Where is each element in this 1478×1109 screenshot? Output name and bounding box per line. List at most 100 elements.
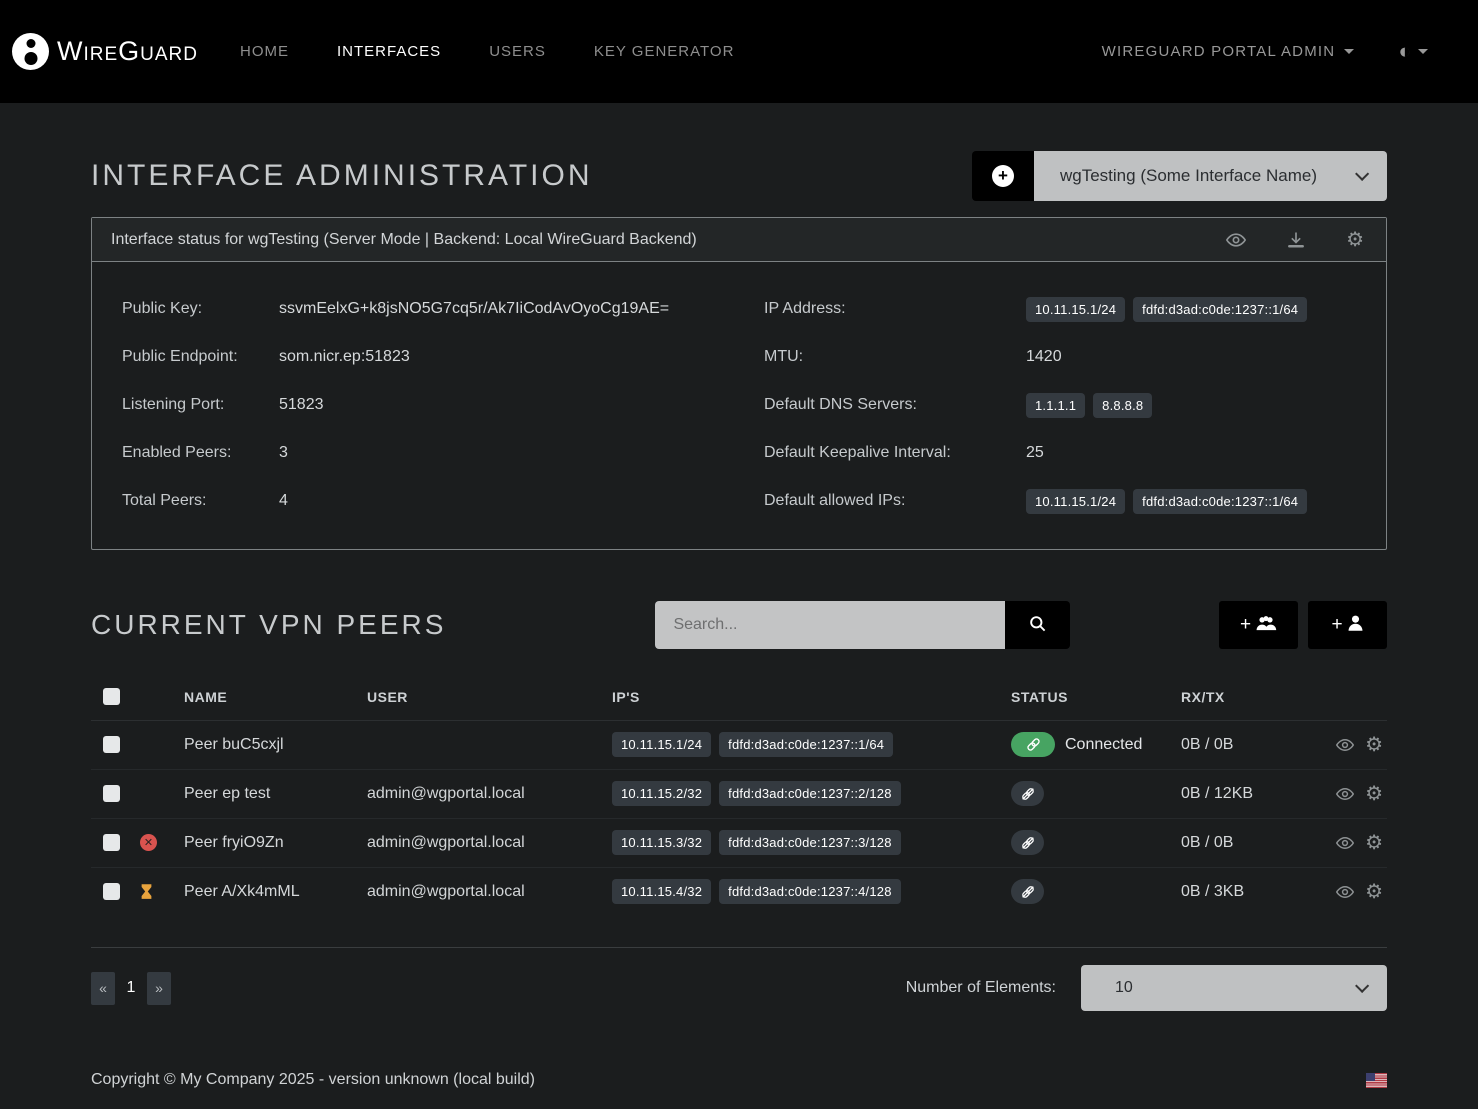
peer-user: admin@wgportal.local (367, 883, 525, 900)
row-checkbox[interactable] (103, 736, 120, 753)
nav-right: WIREGUARD PORTAL ADMIN ◐ (1102, 41, 1428, 62)
add-multiple-peers-button[interactable]: + (1219, 601, 1298, 649)
eye-icon (1336, 883, 1354, 901)
search-group (655, 601, 1070, 649)
row-actions: ⚙ (1316, 784, 1387, 804)
add-interface-button[interactable]: + (972, 151, 1034, 201)
user-menu[interactable]: WIREGUARD PORTAL ADMIN (1102, 43, 1355, 60)
search-input[interactable] (655, 601, 1005, 649)
elements-select-value: 10 (1115, 979, 1133, 997)
peer-details-button[interactable] (1336, 883, 1354, 901)
list-footer: « 1 » Number of Elements: 10 (91, 965, 1387, 1011)
status-left-column: Public Key:ssvmEelxG+k8jsNO5G7cq5r/Ak7Ii… (122, 285, 764, 525)
chevron-down-icon (1355, 979, 1369, 993)
cell-ips: 10.11.15.3/32fdfd:d3ad:c0de:1237::3/128 (612, 818, 1011, 867)
cell-actions: ⚙ (1316, 769, 1387, 818)
cell-checkbox (91, 720, 140, 769)
status-label-text: Total Peers: (122, 492, 279, 510)
status-row: MTU:1420 (764, 333, 1356, 381)
peer-details-button[interactable] (1336, 736, 1354, 754)
peer-rxtx: 0B / 0B (1181, 736, 1233, 753)
pagination-prev-button[interactable]: « (91, 972, 115, 1005)
peer-name: Peer A/Xk4mML (184, 883, 300, 900)
cell-user (367, 720, 612, 769)
row-actions: ⚙ (1316, 735, 1387, 755)
status-value: 3 (279, 444, 764, 462)
peer-settings-button[interactable]: ⚙ (1365, 882, 1383, 902)
theme-toggle[interactable]: ◐ (1398, 41, 1428, 62)
nav-item-users[interactable]: USERS (489, 43, 546, 60)
eye-icon (1336, 785, 1354, 803)
download-config-button[interactable] (1286, 230, 1306, 250)
peer-disabled-icon: ✕ (140, 834, 157, 851)
status-label-text: Default Keepalive Interval: (764, 444, 1026, 462)
chevron-down-icon (1355, 167, 1369, 181)
cell-status (1011, 867, 1181, 916)
cell-checkbox (91, 867, 140, 916)
ip-badge: 10.11.15.4/32 (612, 879, 711, 904)
peer-user: admin@wgportal.local (367, 785, 525, 802)
pagination-next-button[interactable]: » (147, 972, 171, 1005)
status-value: 10.11.15.1/24fdfd:d3ad:c0de:1237::1/64 (1026, 297, 1356, 322)
eye-icon (1336, 834, 1354, 852)
chevron-down-icon (1418, 49, 1428, 54)
nav-item-key-generator[interactable]: KEY GENERATOR (594, 43, 735, 60)
status-row: Default allowed IPs:10.11.15.1/24fdfd:d3… (764, 477, 1356, 525)
nav-item-home[interactable]: HOME (240, 43, 289, 60)
cell-flag (140, 867, 184, 916)
ip-badge: 10.11.15.2/32 (612, 781, 711, 806)
elements-group: Number of Elements: 10 (906, 965, 1387, 1011)
row-checkbox[interactable] (103, 785, 120, 802)
status-label-text: Enabled Peers: (122, 444, 279, 462)
interface-settings-button[interactable]: ⚙ (1346, 230, 1364, 250)
peer-settings-button[interactable]: ⚙ (1365, 735, 1383, 755)
main-content: INTERFACE ADMINISTRATION + wgTesting (So… (91, 151, 1387, 1089)
row-checkbox[interactable] (103, 834, 120, 851)
row-checkbox[interactable] (103, 883, 120, 900)
table-row: Peer A/Xk4mML admin@wgportal.local 10.11.1… (91, 867, 1387, 916)
column-header-user: USER (367, 674, 612, 720)
row-actions: ⚙ (1316, 882, 1387, 902)
view-config-button[interactable] (1226, 230, 1246, 250)
cell-status: Connected (1011, 720, 1181, 769)
status-row: Default DNS Servers:1.1.1.18.8.8.8 (764, 381, 1356, 429)
cell-rxtx: 0B / 12KB (1181, 769, 1316, 818)
ip-badge: fdfd:d3ad:c0de:1237::3/128 (719, 830, 901, 855)
nav-item-interfaces[interactable]: INTERFACES (337, 43, 441, 60)
status-value: 25 (1026, 444, 1356, 462)
pagination-current-page[interactable]: 1 (115, 979, 147, 997)
search-icon (1028, 614, 1047, 636)
interface-select[interactable]: wgTesting (Some Interface Name) (1034, 151, 1387, 201)
ip-badge: 1.1.1.1 (1026, 393, 1085, 418)
add-peer-button[interactable]: + (1308, 601, 1387, 649)
status-label-text: MTU: (764, 348, 1026, 366)
status-right-column: IP Address:10.11.15.1/24fdfd:d3ad:c0de:1… (764, 285, 1356, 525)
cell-rxtx: 0B / 0B (1181, 720, 1316, 769)
us-flag-icon[interactable] (1366, 1073, 1387, 1088)
peer-rxtx: 0B / 3KB (1181, 883, 1244, 900)
cell-status (1011, 769, 1181, 818)
ip-badge: fdfd:d3ad:c0de:1237::1/64 (1133, 297, 1307, 322)
eye-icon (1336, 736, 1354, 754)
download-icon (1286, 230, 1306, 250)
connection-status-label: Connected (1065, 736, 1142, 753)
status-row: Enabled Peers:3 (122, 429, 764, 477)
peer-settings-button[interactable]: ⚙ (1365, 784, 1383, 804)
peer-details-button[interactable] (1336, 834, 1354, 852)
select-all-checkbox[interactable] (103, 688, 120, 705)
user-menu-label: WIREGUARD PORTAL ADMIN (1102, 43, 1336, 60)
peer-rxtx: 0B / 12KB (1181, 785, 1253, 802)
search-button[interactable] (1005, 601, 1070, 649)
peer-details-button[interactable] (1336, 785, 1354, 803)
column-header-status: STATUS (1011, 674, 1181, 720)
gear-icon: ⚙ (1365, 833, 1383, 853)
ip-badge: fdfd:d3ad:c0de:1237::4/128 (719, 879, 901, 904)
elements-select[interactable]: 10 (1081, 965, 1387, 1011)
brand-label: WireGuard (57, 36, 198, 67)
brand[interactable]: WireGuard (12, 33, 198, 70)
card-title: Interface status for wgTesting (Server M… (111, 231, 697, 249)
peer-settings-button[interactable]: ⚙ (1365, 833, 1383, 853)
ip-badge: 10.11.15.1/24 (612, 732, 711, 757)
copyright-text: Copyright © My Company 2025 - version un… (91, 1071, 535, 1089)
ip-badge: 8.8.8.8 (1093, 393, 1152, 418)
